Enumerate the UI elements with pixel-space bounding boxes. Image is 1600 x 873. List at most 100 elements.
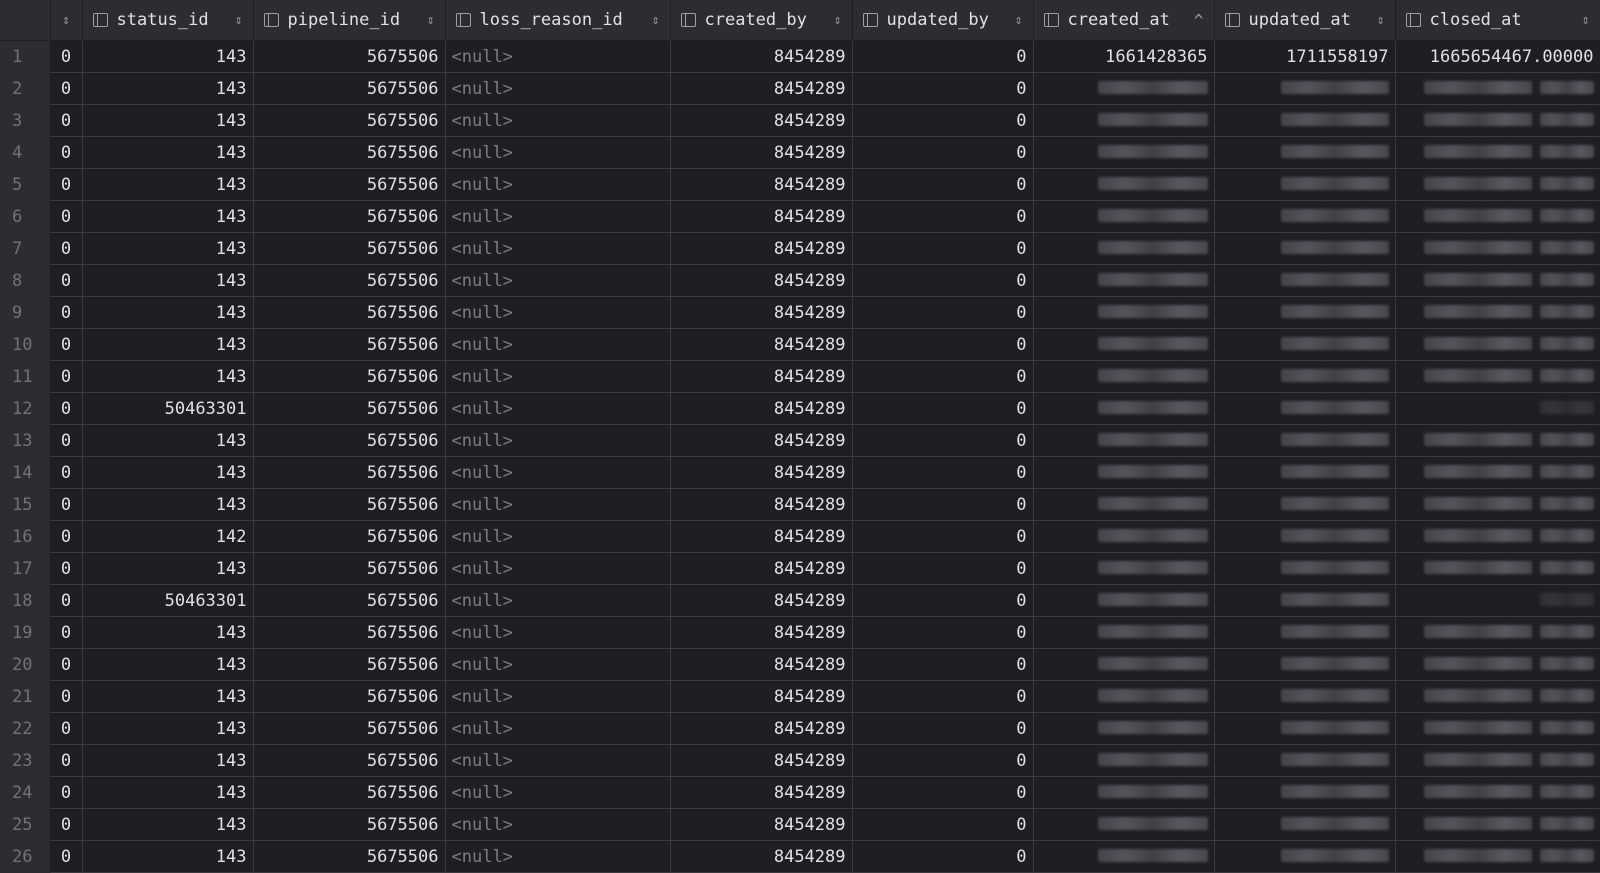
cell-pipeline-id[interactable]: 5675506 — [253, 40, 446, 73]
cell-closed-at[interactable] — [1395, 456, 1600, 489]
cell-updated-by[interactable]: 0 — [852, 584, 1034, 617]
cell-pipeline-id[interactable]: 5675506 — [253, 840, 446, 873]
table-row[interactable]: 8 0 143 5675506 <null> 8454289 0 — [0, 264, 1600, 297]
cell-updated-at[interactable] — [1214, 232, 1396, 265]
cell-closed-at[interactable] — [1395, 584, 1600, 617]
table-row[interactable]: 9 0 143 5675506 <null> 8454289 0 — [0, 296, 1600, 329]
cell-loss-reason-id[interactable]: <null> — [445, 264, 671, 297]
cell-closed-at[interactable] — [1395, 360, 1600, 393]
cell-closed-at[interactable] — [1395, 264, 1600, 297]
cell-pipeline-id[interactable]: 5675506 — [253, 264, 446, 297]
cell-status-id[interactable]: 143 — [82, 40, 254, 73]
cell-loss-reason-id[interactable]: <null> — [445, 712, 671, 745]
column-header-closed-at[interactable]: closed_at ⇕ — [1395, 0, 1600, 41]
cell-updated-by[interactable]: 0 — [852, 328, 1034, 361]
cell-created-by[interactable]: 8454289 — [670, 584, 853, 617]
cell-closed-at[interactable] — [1395, 424, 1600, 457]
cell-updated-by[interactable]: 0 — [852, 488, 1034, 521]
cell-pipeline-id[interactable]: 5675506 — [253, 328, 446, 361]
cell-created-by[interactable]: 8454289 — [670, 776, 853, 809]
cell-c0[interactable]: 0 — [50, 616, 83, 649]
cell-status-id[interactable]: 143 — [82, 168, 254, 201]
cell-updated-at[interactable] — [1214, 616, 1396, 649]
cell-created-by[interactable]: 8454289 — [670, 392, 853, 425]
table-row[interactable]: 13 0 143 5675506 <null> 8454289 0 — [0, 424, 1600, 457]
table-row[interactable]: 22 0 143 5675506 <null> 8454289 0 — [0, 712, 1600, 745]
table-row[interactable]: 10 0 143 5675506 <null> 8454289 0 — [0, 328, 1600, 361]
cell-closed-at[interactable] — [1395, 232, 1600, 265]
cell-updated-at[interactable] — [1214, 168, 1396, 201]
table-row[interactable]: 1 0 143 5675506 <null> 8454289 0 1661428365 1711… — [0, 40, 1600, 73]
cell-loss-reason-id[interactable]: <null> — [445, 648, 671, 681]
cell-status-id[interactable]: 143 — [82, 552, 254, 585]
cell-updated-by[interactable]: 0 — [852, 296, 1034, 329]
cell-updated-by[interactable]: 0 — [852, 520, 1034, 553]
cell-c0[interactable]: 0 — [50, 712, 83, 745]
column-header-updated-by[interactable]: updated_by ⇕ — [852, 0, 1034, 41]
cell-pipeline-id[interactable]: 5675506 — [253, 648, 446, 681]
cell-updated-at[interactable] — [1214, 840, 1396, 873]
cell-pipeline-id[interactable]: 5675506 — [253, 680, 446, 713]
cell-updated-by[interactable]: 0 — [852, 168, 1034, 201]
sort-toggle-icon[interactable]: ⇕ — [652, 13, 660, 28]
cell-pipeline-id[interactable]: 5675506 — [253, 296, 446, 329]
table-row[interactable]: 3 0 143 5675506 <null> 8454289 0 — [0, 104, 1600, 137]
cell-created-by[interactable]: 8454289 — [670, 520, 853, 553]
sort-toggle-icon[interactable]: ⇕ — [1377, 13, 1385, 28]
cell-status-id[interactable]: 143 — [82, 680, 254, 713]
cell-closed-at[interactable] — [1395, 648, 1600, 681]
column-header-created-by[interactable]: created_by ⇕ — [670, 0, 853, 41]
cell-updated-at[interactable] — [1214, 456, 1396, 489]
cell-status-id[interactable]: 143 — [82, 840, 254, 873]
cell-created-by[interactable]: 8454289 — [670, 360, 853, 393]
cell-pipeline-id[interactable]: 5675506 — [253, 584, 446, 617]
cell-status-id[interactable]: 143 — [82, 232, 254, 265]
cell-loss-reason-id[interactable]: <null> — [445, 360, 671, 393]
cell-created-by[interactable]: 8454289 — [670, 680, 853, 713]
table-row[interactable]: 16 0 142 5675506 <null> 8454289 0 — [0, 520, 1600, 553]
cell-updated-by[interactable]: 0 — [852, 72, 1034, 105]
cell-closed-at[interactable] — [1395, 392, 1600, 425]
cell-created-at[interactable] — [1033, 136, 1215, 169]
cell-created-by[interactable]: 8454289 — [670, 552, 853, 585]
cell-created-by[interactable]: 8454289 — [670, 424, 853, 457]
cell-status-id[interactable]: 143 — [82, 328, 254, 361]
table-row[interactable]: 14 0 143 5675506 <null> 8454289 0 — [0, 456, 1600, 489]
cell-status-id[interactable]: 143 — [82, 136, 254, 169]
cell-c0[interactable]: 0 — [50, 200, 83, 233]
cell-created-by[interactable]: 8454289 — [670, 648, 853, 681]
cell-updated-by[interactable]: 0 — [852, 104, 1034, 137]
cell-updated-by[interactable]: 0 — [852, 40, 1034, 73]
cell-closed-at[interactable] — [1395, 200, 1600, 233]
cell-pipeline-id[interactable]: 5675506 — [253, 808, 446, 841]
table-row[interactable]: 6 0 143 5675506 <null> 8454289 0 — [0, 200, 1600, 233]
table-row[interactable]: 23 0 143 5675506 <null> 8454289 0 — [0, 744, 1600, 777]
cell-created-by[interactable]: 8454289 — [670, 712, 853, 745]
cell-updated-by[interactable]: 0 — [852, 392, 1034, 425]
cell-created-by[interactable]: 8454289 — [670, 232, 853, 265]
cell-updated-by[interactable]: 0 — [852, 424, 1034, 457]
cell-updated-by[interactable]: 0 — [852, 776, 1034, 809]
cell-c0[interactable]: 0 — [50, 104, 83, 137]
table-row[interactable]: 5 0 143 5675506 <null> 8454289 0 — [0, 168, 1600, 201]
cell-pipeline-id[interactable]: 5675506 — [253, 424, 446, 457]
cell-status-id[interactable]: 143 — [82, 296, 254, 329]
cell-status-id[interactable]: 50463301 — [82, 392, 254, 425]
column-header-pipeline-id[interactable]: pipeline_id ⇕ — [253, 0, 446, 41]
cell-c0[interactable]: 0 — [50, 520, 83, 553]
result-grid[interactable]: ⇕ status_id ⇕ pipeline_id ⇕ loss_reason_id… — [0, 0, 1600, 873]
cell-updated-at[interactable] — [1214, 392, 1396, 425]
cell-loss-reason-id[interactable]: <null> — [445, 104, 671, 137]
cell-loss-reason-id[interactable]: <null> — [445, 40, 671, 73]
cell-c0[interactable]: 0 — [50, 232, 83, 265]
cell-closed-at[interactable] — [1395, 168, 1600, 201]
cell-loss-reason-id[interactable]: <null> — [445, 168, 671, 201]
cell-created-by[interactable]: 8454289 — [670, 296, 853, 329]
column-header-created-at[interactable]: created_at ^ — [1033, 0, 1215, 41]
cell-updated-by[interactable]: 0 — [852, 200, 1034, 233]
table-row[interactable]: 19 0 143 5675506 <null> 8454289 0 — [0, 616, 1600, 649]
cell-closed-at[interactable] — [1395, 616, 1600, 649]
sort-toggle-icon[interactable]: ⇕ — [62, 13, 70, 28]
cell-c0[interactable]: 0 — [50, 456, 83, 489]
cell-c0[interactable]: 0 — [50, 488, 83, 521]
